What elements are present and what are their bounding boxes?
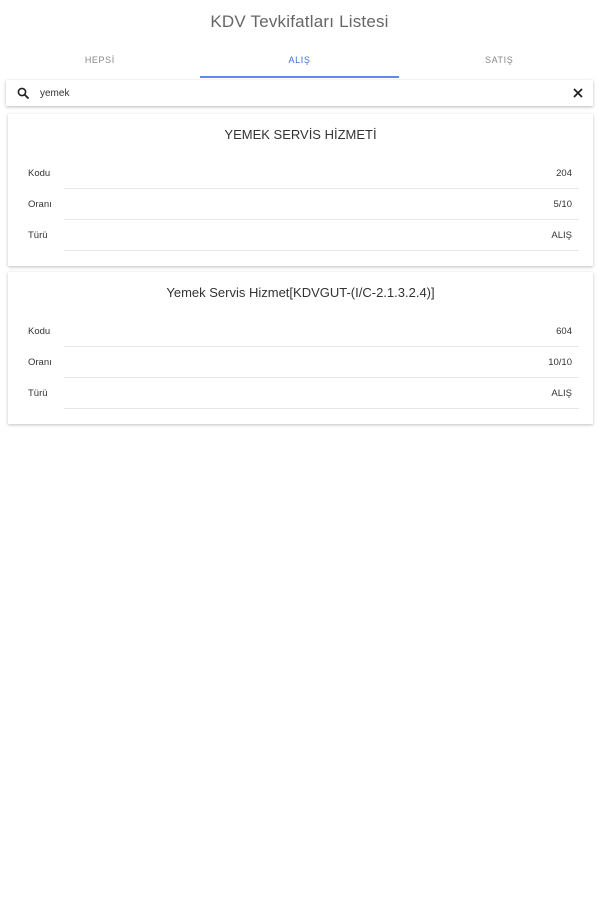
type-value: ALIŞ [551,388,572,399]
search-bar [6,80,593,106]
search-input[interactable] [40,83,571,103]
tab-sale[interactable]: SATIŞ [399,48,599,78]
search-icon[interactable] [16,86,30,100]
rate-label: Oranı [28,357,52,368]
rate-row: Oranı 10/10 [8,347,593,378]
tab-bar: HEPSİ ALIŞ SATIŞ [0,48,599,78]
type-row: Türü ALIŞ [8,220,593,251]
result-card[interactable]: YEMEK SERVİS HİZMETİ Kodu 204 Oranı 5/10… [8,114,593,266]
page-title: KDV Tevkifatları Listesi [210,12,389,31]
result-title: Yemek Servis Hizmet[KDVGUT-(I/C-2.1.3.2.… [166,285,435,300]
rate-row: Oranı 5/10 [8,189,593,220]
rate-label: Oranı [28,199,52,210]
close-icon[interactable] [571,86,585,100]
type-value: ALIŞ [551,230,572,241]
code-value: 604 [556,326,572,337]
code-value: 204 [556,168,572,179]
code-row: Kodu 204 [8,158,593,189]
rate-value: 10/10 [548,357,572,368]
tab-all[interactable]: HEPSİ [0,48,200,78]
result-card[interactable]: Yemek Servis Hizmet[KDVGUT-(I/C-2.1.3.2.… [8,272,593,424]
code-label: Kodu [28,326,51,337]
type-label: Türü [28,230,48,241]
tab-purchase[interactable]: ALIŞ [199,48,400,78]
type-label: Türü [28,388,48,399]
result-title: YEMEK SERVİS HİZMETİ [224,127,377,142]
rate-value: 5/10 [553,199,573,210]
code-row: Kodu 604 [8,316,593,347]
type-row: Türü ALIŞ [8,378,593,409]
app-screen: KDV Tevkifatları Listesi HEPSİ ALIŞ SATI… [0,0,599,900]
code-label: Kodu [28,168,51,179]
